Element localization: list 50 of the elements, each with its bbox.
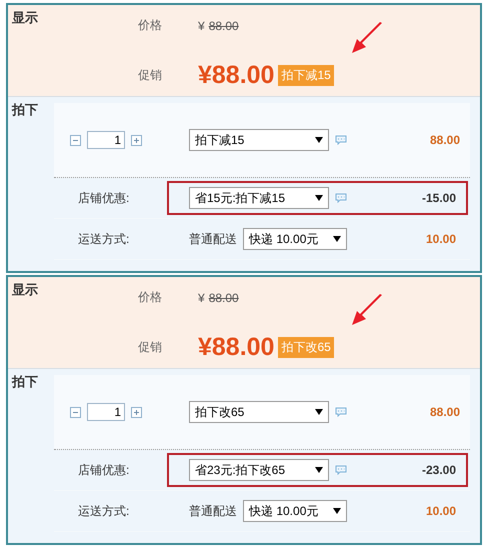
shipping-price: 10.00 bbox=[424, 504, 457, 518]
item-price: 88.00 bbox=[428, 133, 461, 147]
item-price: 88.00 bbox=[428, 405, 461, 419]
shipping-label: 运送方式: bbox=[77, 230, 130, 248]
discount-amount: -15.00 bbox=[420, 191, 457, 205]
section-label: 拍下 bbox=[10, 373, 39, 391]
shipping-label: 运送方式: bbox=[77, 502, 130, 520]
shipping-select[interactable]: 快递 10.00元 bbox=[243, 500, 347, 522]
discount-label: 店铺优惠: bbox=[77, 462, 130, 478]
shipping-price: 10.00 bbox=[424, 232, 457, 246]
original-price: 88.00 bbox=[208, 290, 239, 305]
caret-icon bbox=[315, 195, 323, 201]
price-label: 价格 bbox=[138, 289, 163, 306]
discount-select[interactable]: 省15元:拍下减15 bbox=[189, 187, 329, 209]
plan-select[interactable]: 拍下改65 bbox=[189, 401, 329, 423]
shipping-option: 普通配送 bbox=[189, 502, 237, 520]
section-label: 拍下 bbox=[10, 101, 39, 119]
minus-icon[interactable] bbox=[70, 134, 81, 146]
caret-icon bbox=[315, 409, 323, 415]
plan-select[interactable]: 拍下减15 bbox=[189, 129, 329, 151]
caret-icon bbox=[333, 508, 341, 514]
promo-tag: 拍下改65 bbox=[278, 336, 334, 358]
discount-amount: -23.00 bbox=[420, 463, 457, 477]
promo-label: 促销 bbox=[138, 338, 163, 356]
minus-icon[interactable] bbox=[70, 406, 81, 418]
promo-price: ¥88.00 bbox=[198, 332, 274, 362]
quantity-field[interactable]: 1 bbox=[87, 131, 125, 149]
discount-label: 店铺优惠: bbox=[77, 190, 130, 206]
currency-sign: ¥ bbox=[198, 290, 205, 305]
caret-icon bbox=[315, 137, 323, 143]
promo-price: ¥88.00 bbox=[198, 60, 274, 90]
promo-label: 促销 bbox=[138, 66, 163, 84]
plus-icon[interactable] bbox=[131, 134, 142, 146]
comment-icon[interactable] bbox=[335, 135, 347, 145]
comment-icon[interactable] bbox=[335, 465, 347, 475]
price-label: 价格 bbox=[138, 17, 163, 34]
plus-icon[interactable] bbox=[131, 406, 142, 418]
section-label: 显示 bbox=[11, 281, 39, 299]
shipping-option: 普通配送 bbox=[189, 230, 237, 248]
discount-select[interactable]: 省23元:拍下改65 bbox=[189, 459, 329, 481]
quantity-field[interactable]: 1 bbox=[87, 403, 125, 421]
shipping-select[interactable]: 快递 10.00元 bbox=[243, 228, 347, 250]
section-label: 显示 bbox=[11, 9, 39, 27]
promo-tag: 拍下减15 bbox=[278, 64, 334, 86]
comment-icon[interactable] bbox=[335, 193, 347, 203]
caret-icon bbox=[333, 236, 341, 242]
comment-icon[interactable] bbox=[335, 407, 347, 417]
caret-icon bbox=[315, 467, 323, 473]
currency-sign: ¥ bbox=[198, 18, 205, 33]
original-price: 88.00 bbox=[208, 18, 239, 33]
